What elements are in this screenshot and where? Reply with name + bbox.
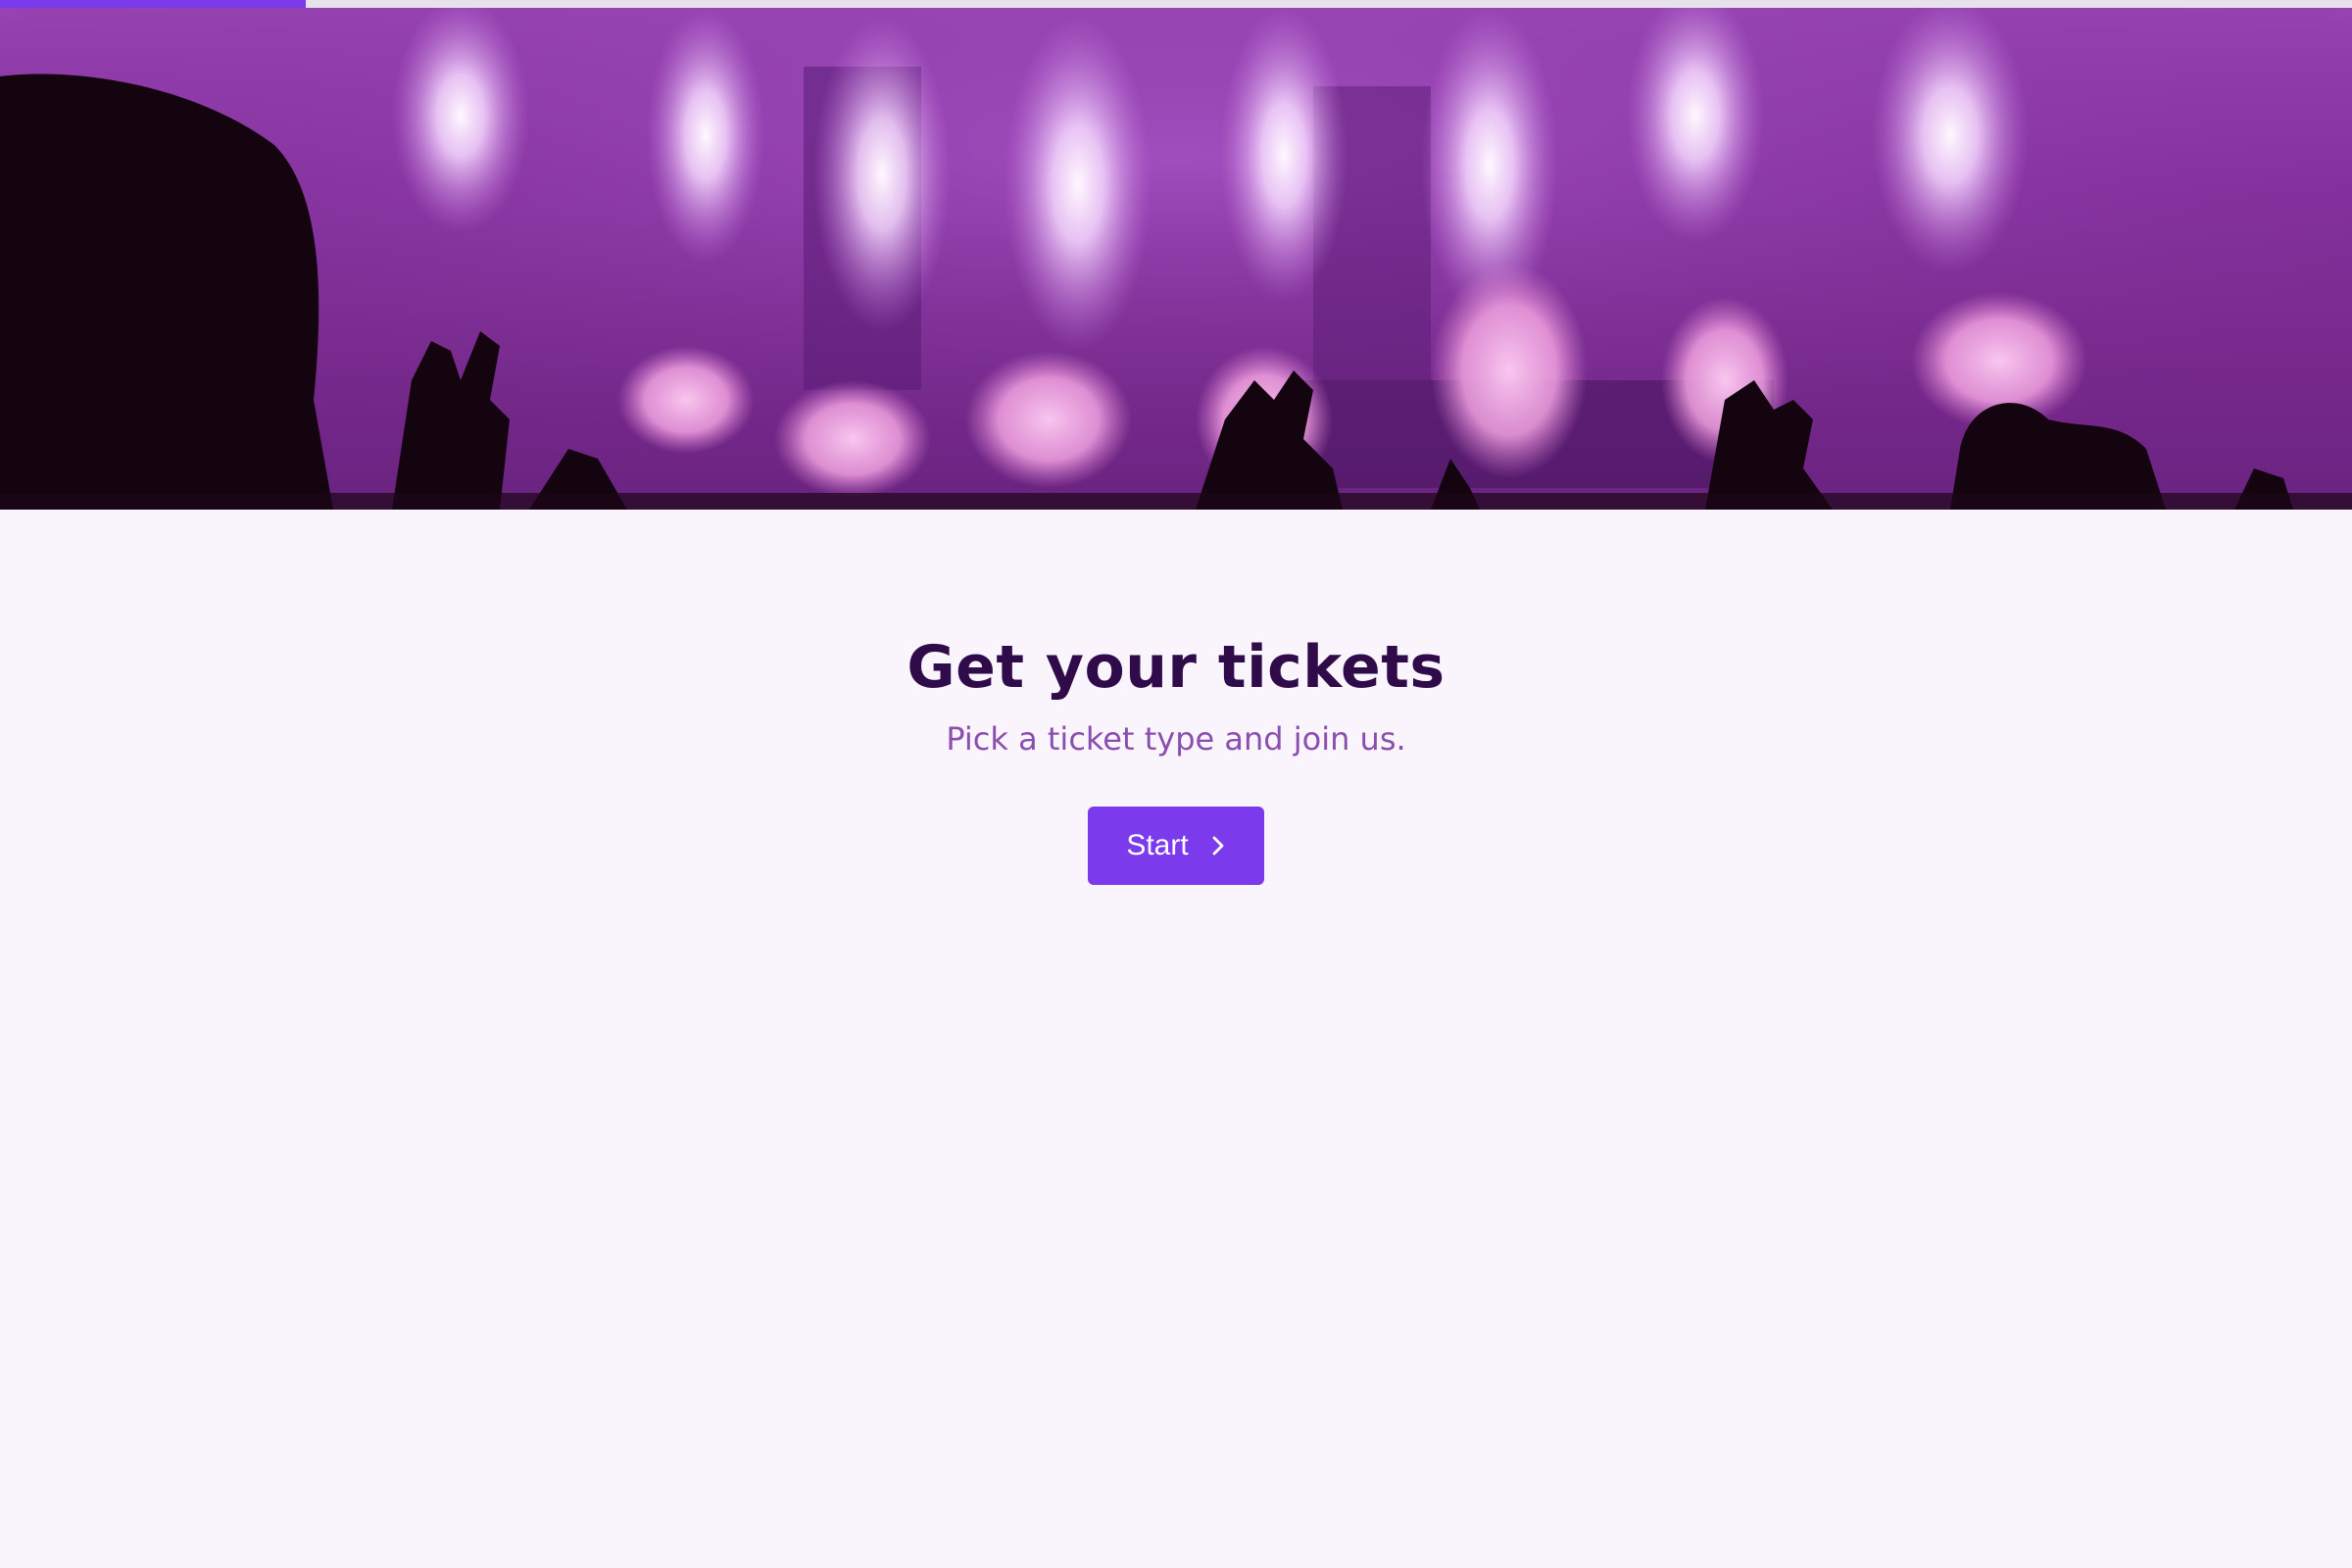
intro-section: Get your tickets Pick a ticket type and … [0,510,2352,886]
hero-image [0,8,2352,510]
page-title: Get your tickets [906,633,1446,702]
start-button[interactable]: Start [1088,807,1264,886]
progress-bar-fill [0,0,306,8]
start-button-label: Start [1126,829,1189,862]
page: Get your tickets Pick a ticket type and … [0,0,2352,1568]
page-subtitle: Pick a ticket type and join us. [946,720,1406,758]
chevron-right-icon [1210,834,1226,858]
progress-bar [0,0,2352,8]
